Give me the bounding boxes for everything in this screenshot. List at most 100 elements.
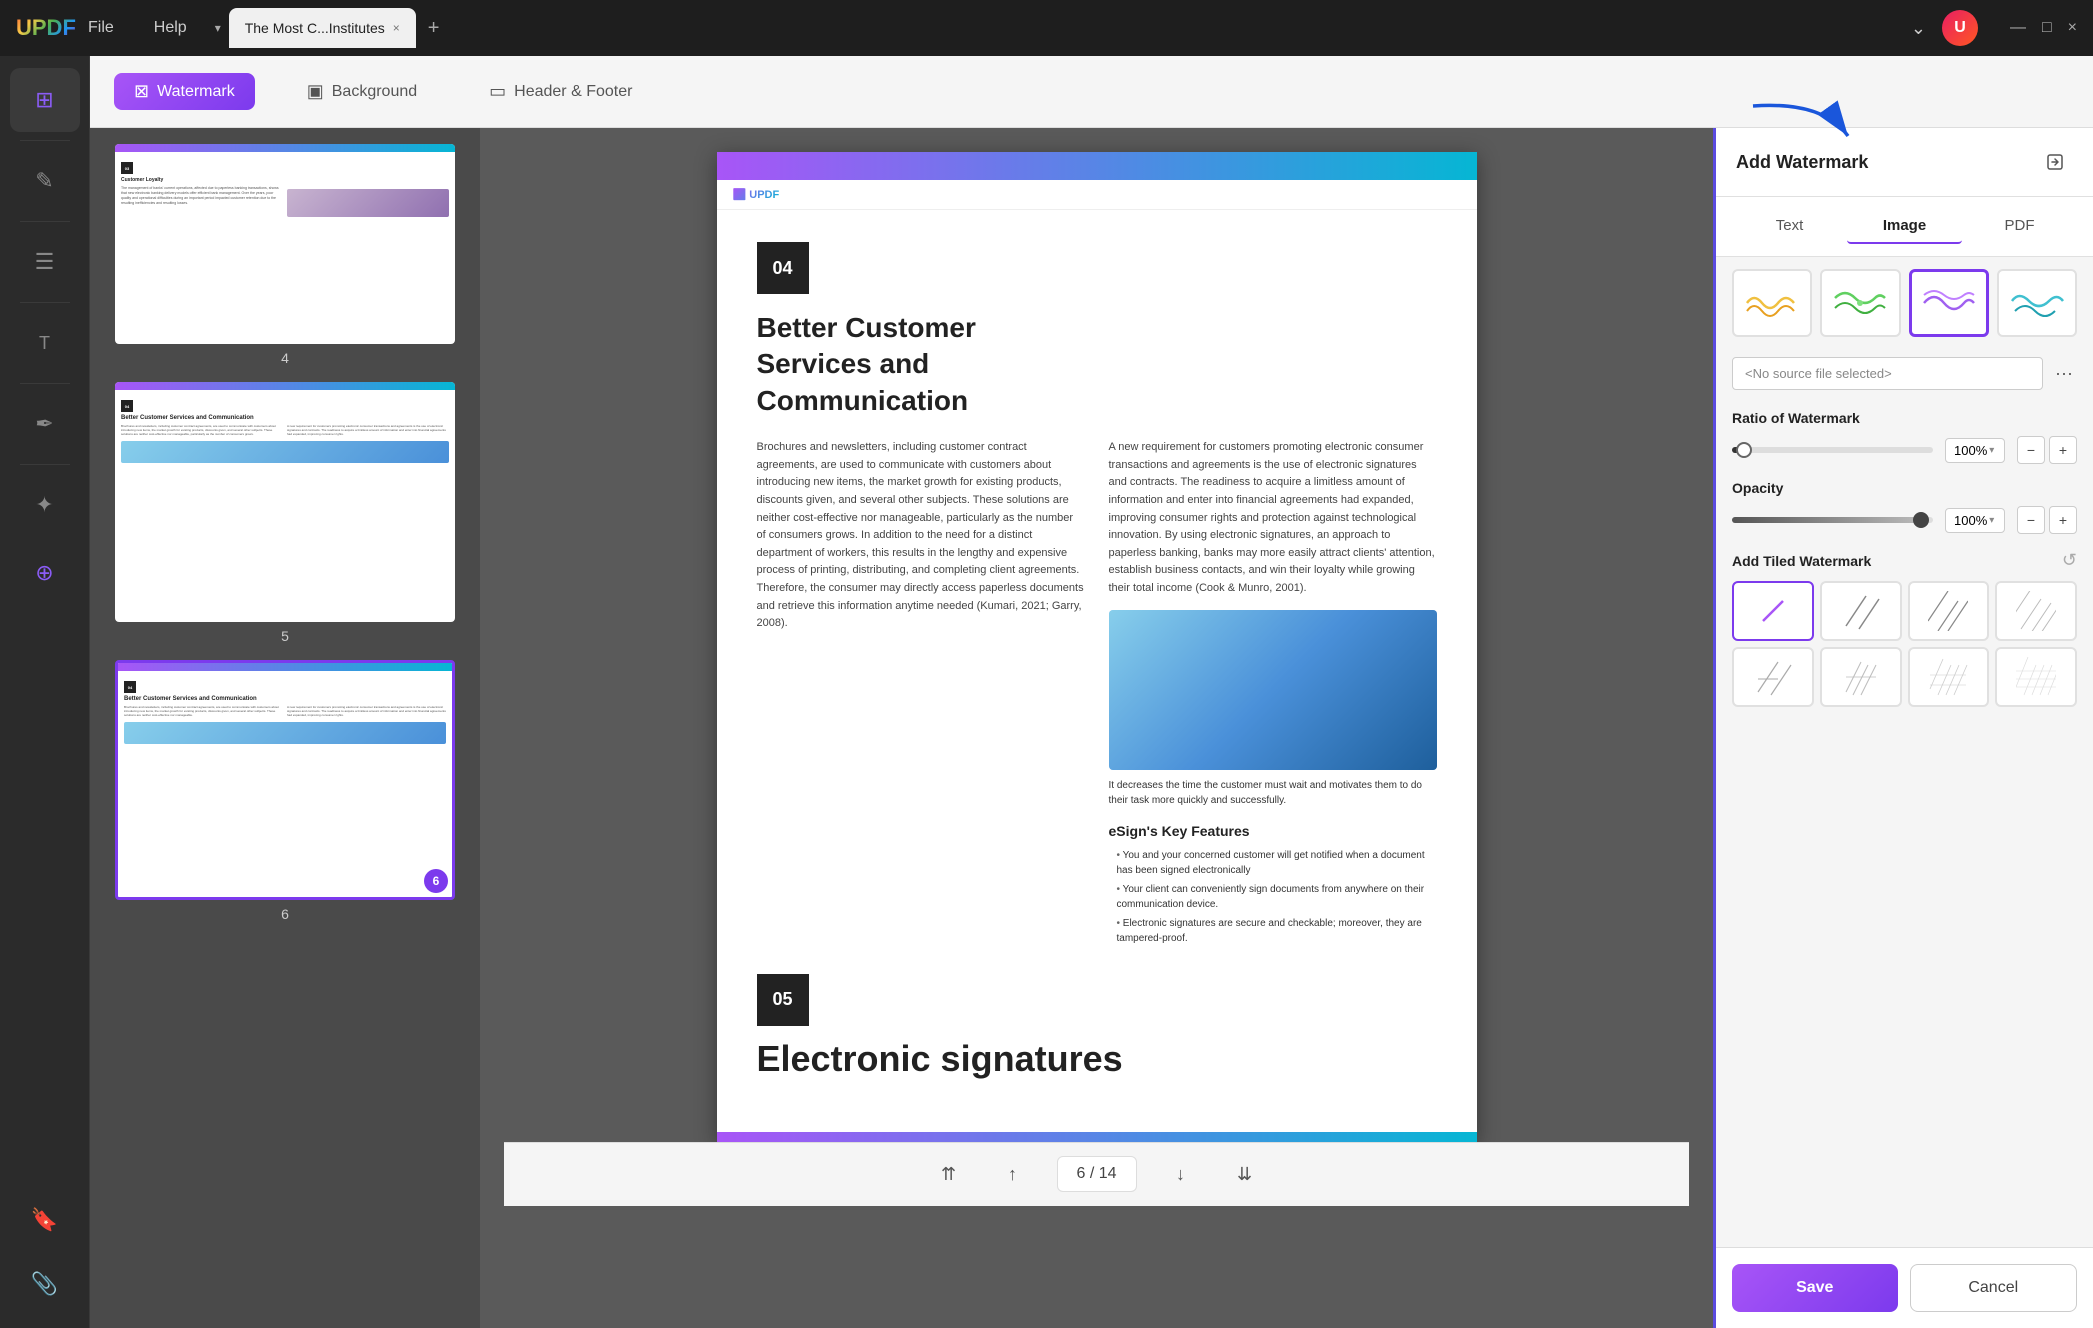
toolbar-tab-watermark[interactable]: ⊠ Watermark (114, 73, 255, 110)
wm-image-opt-4[interactable] (1997, 269, 2077, 337)
user-avatar[interactable]: U (1942, 10, 1978, 46)
tiled-opt-2[interactable] (1820, 581, 1902, 641)
sidebar-item-sign[interactable]: ✒ (10, 392, 80, 456)
wm-tab-image[interactable]: Image (1847, 209, 1962, 244)
source-file-field[interactable]: <No source file selected> (1732, 357, 2043, 390)
toolbar-tab-header-footer[interactable]: ▭ Header & Footer (469, 73, 652, 110)
sidebar-item-ai[interactable]: ✦ (10, 473, 80, 537)
thumb-frame-4[interactable]: 03 Customer Loyalty The management of ba… (115, 144, 455, 344)
minimize-btn[interactable]: — (2010, 19, 2026, 37)
sidebar-item-layers[interactable]: ⊕ (10, 541, 80, 605)
thumb-frame-6[interactable]: 04 Better Customer Services and Communic… (115, 660, 455, 900)
opacity-value-text: 100% (1954, 513, 1987, 528)
opacity-slider-thumb[interactable] (1913, 512, 1929, 528)
source-more-btn[interactable]: ··· (2051, 359, 2077, 388)
col-right: A new requirement for customers promotin… (1109, 439, 1437, 950)
maximize-btn[interactable]: □ (2042, 19, 2052, 37)
thumbnails-panel: 03 Customer Loyalty The management of ba… (90, 128, 480, 1328)
wm-tab-text[interactable]: Text (1732, 209, 1847, 244)
close-btn[interactable]: × (2068, 19, 2077, 37)
tiled-opt-4[interactable] (1995, 581, 2077, 641)
sidebar-item-attach[interactable]: 📎 (10, 1252, 80, 1316)
prev-page-btn[interactable]: ↑ (993, 1154, 1033, 1194)
window-controls: — □ × (2010, 19, 2077, 37)
opacity-minus-btn[interactable]: − (2017, 506, 2045, 534)
tiled-opt-3[interactable] (1908, 581, 1990, 641)
tiled-opt-1[interactable] (1732, 581, 1814, 641)
panel-export-btn[interactable] (2037, 144, 2073, 180)
ratio-minus-btn[interactable]: − (2017, 436, 2045, 464)
toolbar-tab-background[interactable]: ▣ Background (287, 73, 437, 110)
toolbar: ⊠ Watermark ▣ Background ▭ Header & Foot… (90, 56, 2093, 128)
bullet-3: Electronic signatures are secure and che… (1109, 916, 1437, 946)
tiled-opt-6[interactable] (1820, 647, 1902, 707)
wm-image-opt-3[interactable] (1909, 269, 1989, 337)
active-tab[interactable]: The Most C...Institutes × (229, 8, 416, 48)
save-button[interactable]: Save (1732, 1264, 1898, 1312)
document-page: ⬛ UPDF 04 Better Customer Services and C… (717, 152, 1477, 1142)
wm-image-opt-1[interactable] (1732, 269, 1812, 337)
sidebar-item-bookmark[interactable]: 🔖 (10, 1188, 80, 1252)
opacity-plus-btn[interactable]: + (2049, 506, 2077, 534)
opacity-stepper: − + (2017, 506, 2077, 534)
wm-image-opt-2[interactable] (1820, 269, 1900, 337)
first-page-btn[interactable]: ⇈ (929, 1154, 969, 1194)
opacity-label: Opacity (1732, 480, 2077, 496)
ratio-slider-track[interactable] (1732, 447, 1933, 453)
opacity-slider-track[interactable] (1732, 517, 1933, 523)
thumb-frame-5[interactable]: 04 Better Customer Services and Communic… (115, 382, 455, 622)
tab-close-btn[interactable]: × (393, 21, 400, 35)
title-bar-right: ⌄ U — □ × (1911, 10, 2077, 46)
panel-title: Add Watermark (1736, 152, 1868, 173)
tiled-opt-8[interactable] (1995, 647, 2077, 707)
overflow-btn[interactable]: ⌄ (1911, 18, 1926, 39)
content-area: ⊠ Watermark ▣ Background ▭ Header & Foot… (90, 56, 2093, 1328)
tiled-opt-5[interactable] (1732, 647, 1814, 707)
ratio-slider-row: 100% ▾ − + (1732, 436, 2077, 464)
watermark-icon: ⊠ (134, 81, 149, 102)
sidebar-item-text-edit[interactable]: T (10, 311, 80, 375)
ratio-plus-btn[interactable]: + (2049, 436, 2077, 464)
ratio-value: 100% ▾ (1945, 438, 2005, 463)
panel-header: Add Watermark (1716, 128, 2093, 197)
sidebar-divider-2 (20, 221, 70, 222)
tab-dropdown[interactable]: ▾ (215, 21, 221, 35)
opacity-dropdown-icon[interactable]: ▾ (1989, 515, 1994, 526)
last-page-btn[interactable]: ⇊ (1225, 1154, 1265, 1194)
ratio-dropdown-icon[interactable]: ▾ (1989, 445, 1994, 456)
page-separator: / (1090, 1165, 1094, 1182)
source-file-row: <No source file selected> ··· (1716, 349, 2093, 398)
bullet-1: You and your concerned customer will get… (1109, 848, 1437, 878)
page-navigation: ⇈ ↑ 6 / 14 ↓ ⇊ (504, 1142, 1689, 1206)
menu-help[interactable]: Help (146, 15, 195, 41)
cancel-button[interactable]: Cancel (1910, 1264, 2078, 1312)
sidebar-item-comments[interactable]: ✎ (10, 149, 80, 213)
tiled-opt-7[interactable] (1908, 647, 1990, 707)
opacity-slider-row: 100% ▾ − + (1732, 506, 2077, 534)
sidebar-divider-5 (20, 464, 70, 465)
doc-panel: 03 Customer Loyalty The management of ba… (90, 128, 2093, 1328)
thumbnail-5[interactable]: 04 Better Customer Services and Communic… (106, 382, 464, 644)
sidebar-item-thumbnails[interactable]: ⊞ (10, 68, 80, 132)
next-page-btn[interactable]: ↓ (1161, 1154, 1201, 1194)
thumb-label-6: 6 (281, 906, 289, 922)
wm-tab-pdf[interactable]: PDF (1962, 209, 2077, 244)
ratio-value-text: 100% (1954, 443, 1987, 458)
watermark-label: Watermark (157, 83, 235, 101)
watermark-panel: Add Watermark (1713, 128, 2093, 1328)
thumbnail-6[interactable]: 04 Better Customer Services and Communic… (106, 660, 464, 922)
thumbnail-4[interactable]: 03 Customer Loyalty The management of ba… (106, 144, 464, 366)
organize-icon: ☰ (35, 249, 55, 275)
ratio-slider-thumb[interactable] (1736, 442, 1752, 458)
page-indicator[interactable]: 6 / 14 (1057, 1156, 1137, 1192)
menu-file[interactable]: File (80, 15, 122, 41)
sidebar-divider-3 (20, 302, 70, 303)
sign-icon: ✒ (35, 411, 53, 437)
sidebar-item-organize[interactable]: ☰ (10, 230, 80, 294)
logo-text: UPDF (16, 15, 76, 41)
document-view: ⬛ UPDF 04 Better Customer Services and C… (480, 128, 1713, 1328)
tiled-reset-btn[interactable]: ↺ (2062, 550, 2077, 571)
new-tab-btn[interactable]: + (428, 17, 440, 40)
doc-updf-logo: ⬛ UPDF (733, 188, 780, 201)
section-badge: 04 (757, 242, 809, 294)
